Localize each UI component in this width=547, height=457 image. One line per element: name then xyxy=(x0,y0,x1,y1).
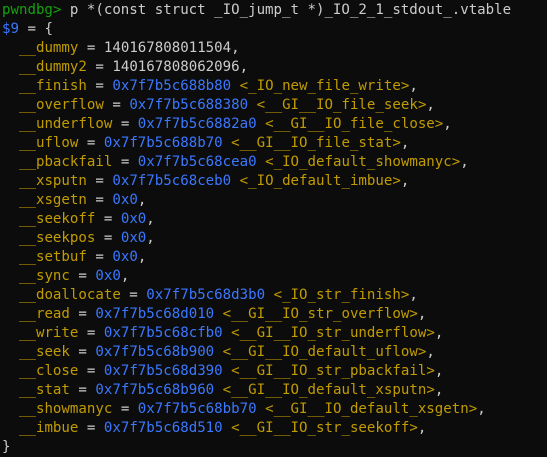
field-name: __close xyxy=(18,363,79,379)
field-name: __dummy xyxy=(18,40,79,56)
struct-field-row: __setbuf = 0x0, xyxy=(18,249,147,265)
field-symbol: <_IO_str_finish> xyxy=(273,287,410,303)
prompt: pwndbg> xyxy=(2,2,62,18)
terminal-window[interactable]: pwndbg> p *(const struct _IO_jump_t *)_I… xyxy=(0,0,547,455)
field-symbol: <__GI__IO_default_uflow> xyxy=(222,344,427,360)
field-value: 0x7f7b5c68cea0 xyxy=(137,154,257,170)
struct-field-row: __seekoff = 0x0, xyxy=(18,211,155,227)
field-name: __read xyxy=(18,306,70,322)
struct-field-row: __finish = 0x7f7b5c688b80 <_IO_new_file_… xyxy=(18,78,418,94)
result-open-brace: = { xyxy=(18,21,53,37)
result-header: $9 = { xyxy=(0,20,547,39)
struct-field-row: __underflow = 0x7f7b5c6882a0 <__GI__IO_f… xyxy=(18,116,452,132)
field-value: 0x7f7b5c688b80 xyxy=(112,78,232,94)
struct-field-row: __xsputn = 0x7f7b5c68ceb0 <_IO_default_i… xyxy=(18,173,410,189)
struct-field-row: __dummy2 = 140167808062096, xyxy=(18,59,249,75)
result-variable: $9 xyxy=(2,21,19,37)
field-symbol: <__GI__IO_str_underflow> xyxy=(231,325,435,341)
command-text: p *(const struct _IO_jump_t *)_IO_2_1_st… xyxy=(61,2,512,18)
field-symbol: <__GI__IO_default_xsgetn> xyxy=(265,401,478,417)
field-name: __overflow xyxy=(18,97,104,113)
struct-field-row: __showmanyc = 0x7f7b5c68bb70 <__GI__IO_d… xyxy=(18,401,486,417)
field-value: 140167808011504 xyxy=(103,40,232,56)
field-value: 0x7f7b5c68cfb0 xyxy=(103,325,223,341)
field-symbol: <__GI__IO_file_seek> xyxy=(256,97,427,113)
field-value: 0x0 xyxy=(120,230,147,246)
struct-field-row: __dummy = 140167808011504, xyxy=(18,40,240,56)
field-name: __imbue xyxy=(18,420,79,436)
field-name: __uflow xyxy=(18,135,79,151)
struct-field-row: __close = 0x7f7b5c68d390 <__GI__IO_str_p… xyxy=(18,363,444,379)
field-name: __showmanyc xyxy=(18,401,113,417)
struct-field-row: __overflow = 0x7f7b5c688380 <__GI__IO_fi… xyxy=(18,97,435,113)
field-name: __underflow xyxy=(18,116,113,132)
command-line: pwndbg> p *(const struct _IO_jump_t *)_I… xyxy=(0,1,547,20)
field-value: 0x7f7b5c68d510 xyxy=(103,420,223,436)
field-symbol: <__GI__IO_file_close> xyxy=(265,116,444,132)
struct-field-row: __doallocate = 0x7f7b5c68d3b0 <_IO_str_f… xyxy=(18,287,418,303)
field-name: __pbackfail xyxy=(18,154,113,170)
field-name: __write xyxy=(18,325,79,341)
field-value: 0x7f7b5c688b70 xyxy=(103,135,223,151)
struct-field-row: __xsgetn = 0x0, xyxy=(18,192,147,208)
field-symbol: <__GI__IO_str_seekoff> xyxy=(231,420,418,436)
field-value: 0x7f7b5c6882a0 xyxy=(137,116,257,132)
field-value: 0x0 xyxy=(112,249,138,265)
field-symbol: <__GI__IO_file_stat> xyxy=(231,135,401,151)
field-value: 0x7f7b5c68d010 xyxy=(95,306,215,322)
field-name: __seek xyxy=(18,344,70,360)
field-value: 0x7f7b5c68bb70 xyxy=(137,401,257,417)
field-name: __seekoff xyxy=(18,211,96,227)
field-name: __doallocate xyxy=(18,287,121,303)
field-symbol: <_IO_new_file_write> xyxy=(239,78,410,94)
struct-field-row: __write = 0x7f7b5c68cfb0 <__GI__IO_str_u… xyxy=(18,325,444,341)
field-name: __xsputn xyxy=(18,173,87,189)
field-value: 0x0 xyxy=(112,192,138,208)
field-name: __seekpos xyxy=(18,230,96,246)
struct-field-row: __sync = 0x0, xyxy=(18,268,130,284)
field-name: __sync xyxy=(18,268,70,284)
struct-field-row: __read = 0x7f7b5c68d010 <__GI__IO_str_ov… xyxy=(18,306,427,322)
field-symbol: <_IO_default_showmanyc> xyxy=(265,154,461,170)
field-value: 0x7f7b5c68b900 xyxy=(95,344,215,360)
struct-field-row: __imbue = 0x7f7b5c68d510 <__GI__IO_str_s… xyxy=(18,420,427,436)
struct-field-row: __uflow = 0x7f7b5c688b70 <__GI__IO_file_… xyxy=(18,135,410,151)
struct-field-row: __seekpos = 0x0, xyxy=(18,230,155,246)
field-name: __stat xyxy=(18,382,70,398)
field-name: __setbuf xyxy=(18,249,87,265)
field-name: __xsgetn xyxy=(18,192,87,208)
field-value: 0x0 xyxy=(120,211,147,227)
struct-fields: __dummy = 140167808011504, __dummy2 = 14… xyxy=(0,39,547,438)
field-value: 140167808062096 xyxy=(112,59,240,75)
result-close-brace: } xyxy=(2,439,11,455)
struct-field-row: __seek = 0x7f7b5c68b900 <__GI__IO_defaul… xyxy=(18,344,435,360)
field-value: 0x7f7b5c68b960 xyxy=(95,382,215,398)
field-value: 0x7f7b5c68d3b0 xyxy=(146,287,266,303)
field-name: __dummy2 xyxy=(18,59,87,75)
field-symbol: <_IO_default_imbue> xyxy=(239,173,401,189)
field-symbol: <__GI__IO_default_xsputn> xyxy=(222,382,435,398)
struct-field-row: __pbackfail = 0x7f7b5c68cea0 <_IO_defaul… xyxy=(18,154,469,170)
field-value: 0x0 xyxy=(95,268,121,284)
field-symbol: <__GI__IO_str_overflow> xyxy=(222,306,418,322)
field-value: 0x7f7b5c68d390 xyxy=(103,363,223,379)
field-value: 0x7f7b5c68ceb0 xyxy=(112,173,232,189)
field-name: __finish xyxy=(18,78,87,94)
field-value: 0x7f7b5c688380 xyxy=(129,97,249,113)
struct-field-row: __stat = 0x7f7b5c68b960 <__GI__IO_defaul… xyxy=(18,382,444,398)
field-symbol: <__GI__IO_str_pbackfail> xyxy=(231,363,435,379)
